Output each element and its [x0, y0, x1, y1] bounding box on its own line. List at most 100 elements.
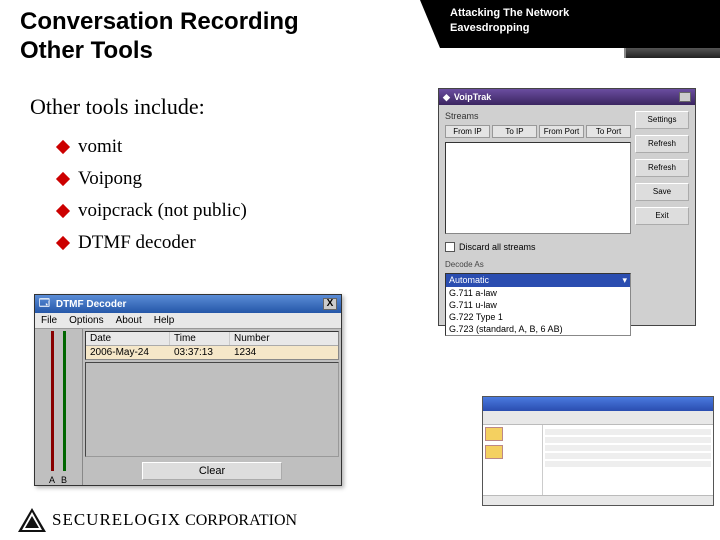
ilds-window	[482, 396, 714, 506]
ilds-tree[interactable]	[483, 425, 543, 495]
logo-subtext: CORPORATION	[185, 512, 297, 529]
dtmf-channel-strip: A B	[35, 329, 83, 485]
list-item	[545, 445, 711, 451]
channel-a-label: A	[49, 475, 55, 485]
decode-selected-text: Automatic	[449, 275, 489, 286]
col-to-port: To Port	[586, 125, 631, 138]
voiptrak-window: ◆ VoipTrak Streams From IP To IP From Po…	[438, 88, 696, 326]
header-line2: Eavesdropping	[450, 21, 710, 36]
decode-option[interactable]: G.722 Type 1	[446, 311, 630, 323]
channel-b-label: B	[61, 475, 67, 485]
clear-button[interactable]: Clear	[142, 462, 282, 480]
refresh-button[interactable]: Refresh	[635, 159, 689, 177]
chevron-down-icon: ▾	[622, 275, 627, 286]
bullet-item: voipcrack (not public)	[58, 200, 247, 222]
decode-option[interactable]: G.723 (standard, A, B, 6 AB)	[446, 323, 630, 335]
decode-as-select[interactable]: Automatic ▾ G.711 a-law G.711 u-law G.72…	[445, 273, 631, 336]
cell-date: 2006-May-24	[86, 346, 170, 359]
menu-help[interactable]: Help	[154, 315, 175, 326]
decode-selected: Automatic ▾	[446, 274, 630, 287]
header-spine	[624, 48, 720, 58]
bullet-item: DTMF decoder	[58, 232, 247, 254]
col-to-ip: To IP	[492, 125, 537, 138]
menu-file[interactable]: File	[41, 315, 57, 326]
refresh-button[interactable]: Refresh	[635, 135, 689, 153]
col-date: Date	[86, 332, 170, 345]
col-time: Time	[170, 332, 230, 345]
ilds-body	[483, 425, 713, 495]
decode-option[interactable]: G.711 u-law	[446, 299, 630, 311]
dtmf-empty-area	[85, 362, 339, 457]
voiptrak-titlebar[interactable]: ◆ VoipTrak	[439, 89, 695, 105]
securelogix-logo: SECURELOGIX CORPORATION	[18, 508, 297, 532]
list-item	[545, 453, 711, 459]
folder-icon	[485, 427, 503, 441]
channel-b-bar	[63, 331, 66, 471]
bullet-icon	[56, 140, 70, 154]
ilds-content[interactable]	[543, 425, 713, 495]
close-icon[interactable]	[679, 92, 691, 102]
col-from-port: From Port	[539, 125, 584, 138]
bullet-item: vomit	[58, 136, 247, 158]
app-icon: ◆	[443, 92, 450, 103]
streams-list[interactable]	[445, 142, 631, 234]
bullet-icon	[56, 204, 70, 218]
dtmf-title: DTMF Decoder	[56, 299, 127, 310]
voiptrak-title: VoipTrak	[454, 92, 491, 102]
dtmf-body: A B Date Time Number 2006-May-24 03:37:1…	[35, 329, 341, 485]
list-item	[545, 429, 711, 435]
ilds-titlebar[interactable]	[483, 397, 713, 411]
col-number: Number	[230, 332, 338, 345]
slide-title: Conversation Recording Other Tools	[20, 8, 299, 66]
voiptrak-body: Streams From IP To IP From Port To Port …	[439, 105, 695, 342]
voiptrak-buttons: Settings Refresh Refresh Save Exit	[635, 111, 689, 336]
bullet-icon	[56, 236, 70, 250]
menu-about[interactable]: About	[116, 315, 142, 326]
slide: Attacking The Network Eavesdropping Conv…	[0, 0, 720, 540]
table-row[interactable]: 2006-May-24 03:37:13 1234	[86, 346, 338, 359]
dtmf-menubar: File Options About Help	[35, 313, 341, 329]
channel-a-bar	[51, 331, 54, 471]
ilds-toolbar	[483, 411, 713, 425]
app-icon: 🗔	[39, 296, 50, 313]
dtmf-window: 🗔 DTMF Decoder X File Options About Help…	[34, 294, 342, 486]
ilds-statusbar	[483, 495, 713, 505]
list-item	[545, 437, 711, 443]
header-band: Attacking The Network Eavesdropping	[440, 0, 720, 48]
folder-icon	[485, 445, 503, 459]
streams-columns: From IP To IP From Port To Port	[445, 125, 631, 138]
streams-label: Streams	[445, 111, 631, 121]
logo-mark-icon	[18, 508, 46, 532]
col-from-ip: From IP	[445, 125, 490, 138]
discard-checkbox[interactable]: Discard all streams	[445, 242, 631, 252]
bullet-text: vomit	[78, 136, 122, 158]
bullet-text: Voipong	[78, 168, 142, 190]
decode-option[interactable]: G.711 a-law	[446, 287, 630, 299]
bullet-icon	[56, 172, 70, 186]
list-item	[545, 461, 711, 467]
close-icon[interactable]: X	[323, 298, 337, 310]
dtmf-main: Date Time Number 2006-May-24 03:37:13 12…	[83, 329, 341, 485]
cell-number: 1234	[230, 346, 338, 359]
exit-button[interactable]: Exit	[635, 207, 689, 225]
dtmf-table: Date Time Number 2006-May-24 03:37:13 12…	[85, 331, 339, 360]
bullet-text: voipcrack (not public)	[78, 200, 247, 222]
checkbox-icon	[445, 242, 455, 252]
menu-options[interactable]: Options	[69, 315, 103, 326]
intro-text: Other tools include:	[30, 94, 205, 120]
bullet-text: DTMF decoder	[78, 232, 196, 254]
dtmf-table-header: Date Time Number	[86, 332, 338, 346]
bullet-list: vomit Voipong voipcrack (not public) DTM…	[58, 126, 247, 264]
discard-label: Discard all streams	[459, 242, 536, 252]
decode-as-label: Decode As	[445, 260, 631, 269]
settings-button[interactable]: Settings	[635, 111, 689, 129]
dtmf-titlebar[interactable]: 🗔 DTMF Decoder X	[35, 295, 341, 313]
save-button[interactable]: Save	[635, 183, 689, 201]
cell-time: 03:37:13	[170, 346, 230, 359]
bullet-item: Voipong	[58, 168, 247, 190]
logo-text: SECURELOGIX	[52, 510, 181, 529]
header-decor-arrow	[420, 0, 440, 48]
header-line1: Attacking The Network	[450, 6, 710, 21]
logo-text-wrap: SECURELOGIX CORPORATION	[52, 510, 297, 530]
title-line1: Conversation Recording	[20, 8, 299, 37]
